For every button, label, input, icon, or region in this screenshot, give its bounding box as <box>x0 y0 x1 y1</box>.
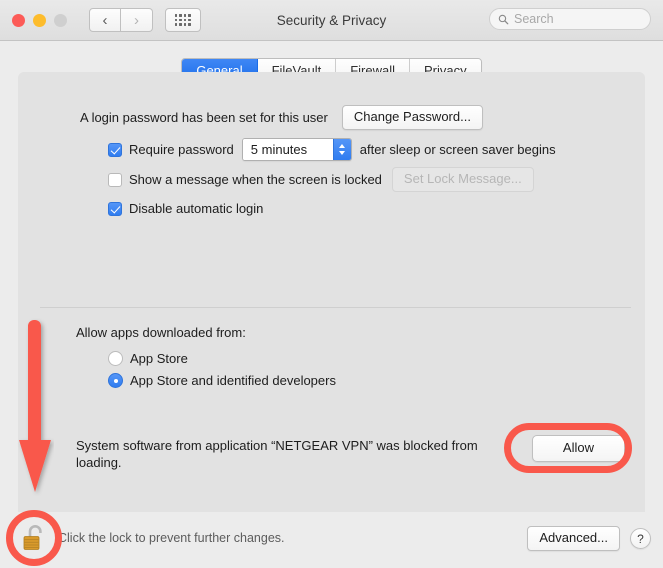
search-icon <box>498 14 509 24</box>
search-input[interactable] <box>514 12 634 26</box>
disable-auto-login-checkbox[interactable] <box>108 201 122 216</box>
require-password-row: Require password 5 minutes after sleep o… <box>108 138 631 161</box>
show-lock-message-row: Show a message when the screen is locked… <box>108 167 631 192</box>
set-lock-message-button: Set Lock Message... <box>391 167 534 192</box>
window-toolbar: ‹ › Security & Privacy <box>0 0 663 41</box>
security-privacy-window: ‹ › Security & Privacy General F <box>0 0 663 568</box>
app-store-label: App Store <box>130 351 188 366</box>
navigation-buttons: ‹ › <box>89 8 153 32</box>
show-all-button[interactable] <box>165 8 201 32</box>
app-store-radio[interactable] <box>108 351 123 366</box>
traffic-lights <box>12 13 67 27</box>
lock-hint-text: Click the lock to prevent further change… <box>58 531 285 545</box>
security-options-list: Require password 5 minutes after sleep o… <box>108 138 631 225</box>
search-field[interactable] <box>489 8 651 30</box>
chevron-left-icon: ‹ <box>102 11 108 29</box>
disable-auto-login-label: Disable automatic login <box>129 201 264 216</box>
chevron-right-icon: › <box>134 11 139 29</box>
blocked-software-row: System software from application “NETGEA… <box>76 435 625 471</box>
allow-apps-section: Allow apps downloaded from: App Store Ap… <box>76 325 631 395</box>
general-settings-panel: A login password has been set for this u… <box>18 72 645 512</box>
unlocked-padlock-icon <box>23 525 42 550</box>
help-button[interactable]: ? <box>630 528 651 549</box>
forward-button[interactable]: › <box>121 8 153 32</box>
require-password-suffix-label: after sleep or screen saver begins <box>359 142 556 157</box>
grid-icon <box>174 14 192 26</box>
show-lock-message-label: Show a message when the screen is locked <box>129 172 382 187</box>
login-password-status: A login password has been set for this u… <box>80 110 328 125</box>
allow-button[interactable]: Allow <box>531 435 625 462</box>
radio-row-app-store[interactable]: App Store <box>108 351 631 366</box>
login-password-row: A login password has been set for this u… <box>80 105 625 130</box>
disable-auto-login-row: Disable automatic login <box>108 198 631 219</box>
app-store-identified-radio[interactable] <box>108 373 123 388</box>
blocked-software-message: System software from application “NETGEA… <box>76 438 478 470</box>
show-lock-message-checkbox[interactable] <box>108 172 122 187</box>
zoom-button <box>54 13 67 27</box>
chevron-down-icon[interactable] <box>339 151 346 155</box>
radio-row-app-store-identified[interactable]: App Store and identified developers <box>108 373 631 388</box>
require-password-interval-value: 5 minutes <box>242 139 333 160</box>
bottom-bar-actions: Advanced... ? <box>527 526 651 551</box>
allow-apps-options: App Store App Store and identified devel… <box>108 351 631 388</box>
close-button[interactable] <box>12 13 25 27</box>
back-button[interactable]: ‹ <box>89 8 121 32</box>
lock-button[interactable] <box>16 520 52 556</box>
minimize-button[interactable] <box>33 13 46 27</box>
chevron-up-icon[interactable] <box>339 144 346 148</box>
require-password-label: Require password <box>129 142 234 157</box>
advanced-button[interactable]: Advanced... <box>527 526 620 551</box>
require-password-checkbox[interactable] <box>108 142 122 157</box>
window-bottom-bar: Click the lock to prevent further change… <box>0 512 663 568</box>
require-password-interval-stepper[interactable]: 5 minutes <box>241 138 352 161</box>
change-password-button[interactable]: Change Password... <box>341 105 483 130</box>
allow-apps-title: Allow apps downloaded from: <box>76 325 246 340</box>
stepper-arrows[interactable] <box>332 139 351 160</box>
app-store-identified-label: App Store and identified developers <box>130 373 336 388</box>
section-divider <box>40 307 631 308</box>
